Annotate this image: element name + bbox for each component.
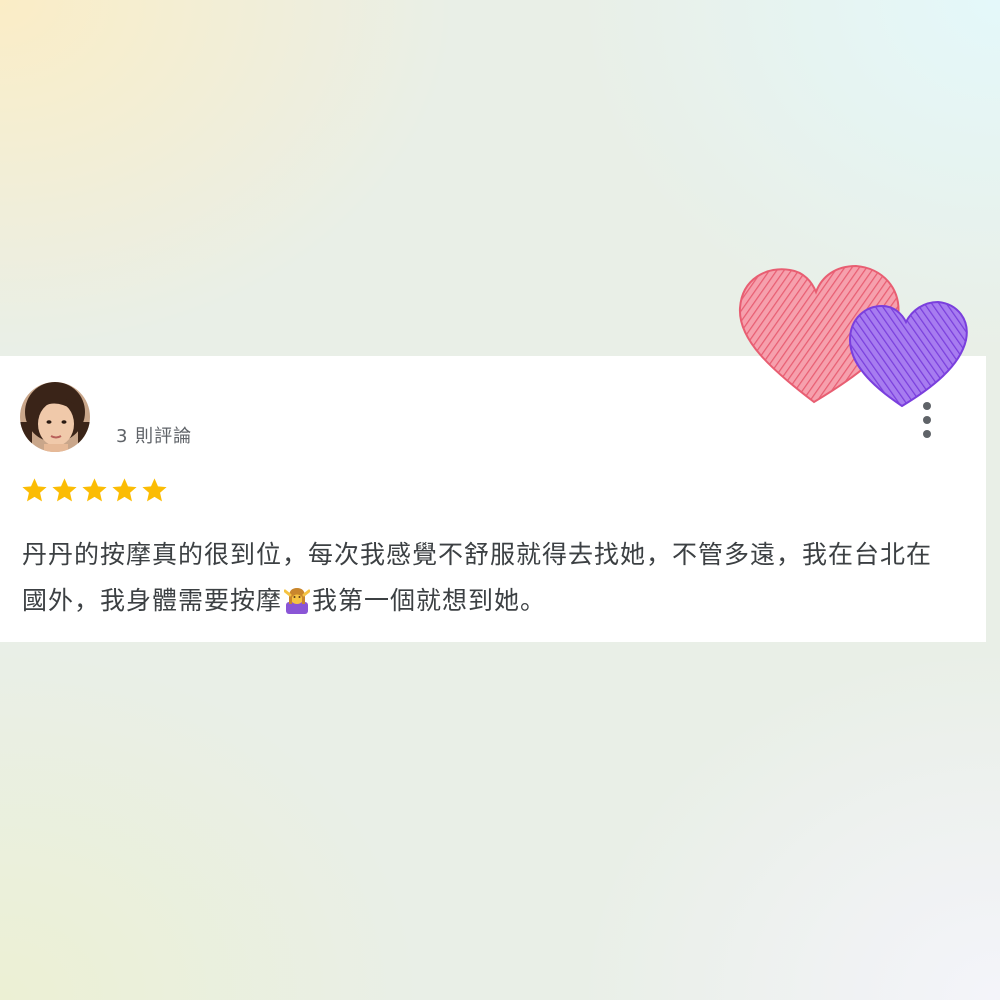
review-count[interactable]: 3 則評論 — [116, 422, 192, 448]
review-text: 丹丹的按摩真的很到位，每次我感覺不舒服就得去找她，不管多遠，我在台北在國外，我身… — [22, 532, 952, 624]
more-vert-icon-dot — [923, 416, 931, 424]
star-icon — [82, 478, 107, 502]
more-vert-icon-dot — [923, 430, 931, 438]
star-rating — [20, 476, 169, 505]
person-getting-massage-emoji — [284, 588, 311, 614]
review-text-part-2: 我第一個就想到她。 — [312, 586, 547, 615]
purple-heart — [848, 300, 968, 408]
hearts-doodle — [738, 264, 968, 408]
star-icon — [112, 478, 137, 502]
avatar[interactable] — [20, 382, 90, 452]
avatar-image — [20, 382, 90, 452]
star-icon — [142, 478, 167, 502]
star-icon — [52, 478, 77, 502]
star-icon — [22, 478, 47, 502]
